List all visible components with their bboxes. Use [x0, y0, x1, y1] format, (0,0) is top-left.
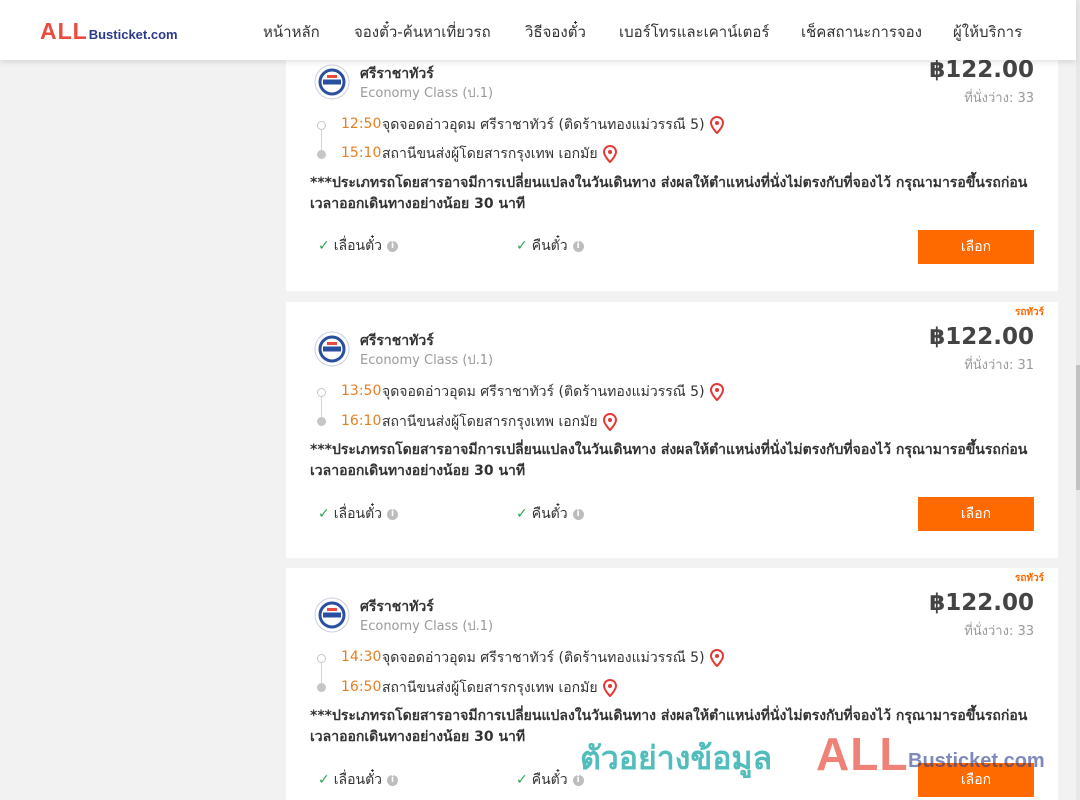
main-nav: หน้าหลัก จองตั๋ว-ค้นหาเที่ยวรถ วิธีจองตั…	[0, 20, 1076, 42]
ticket-price: ฿122.00	[929, 324, 1034, 350]
bus-class: Economy Class (ป.1)	[360, 86, 494, 101]
info-icon[interactable]: i	[572, 508, 584, 520]
bus-class: Economy Class (ป.1)	[360, 619, 494, 634]
arrival-time: 15:10	[341, 145, 382, 161]
check-icon: ✓	[318, 772, 330, 788]
refund-label: คืนตั๋ว	[531, 238, 568, 254]
departure-time: 14:30	[341, 649, 382, 665]
arrival-dot-icon	[317, 683, 326, 692]
departure-stop: จุดจอดอ่าวอุดม ศรีราชาทัวร์ (ติดร้านทองแ…	[382, 647, 724, 669]
arrival-place: สถานีขนส่งผู้โดยสารกรุงเทพ เอกมัย	[382, 680, 598, 696]
route-timeline	[321, 395, 322, 419]
nav-item-how-to-book[interactable]: วิธีจองตั๋ว	[525, 20, 586, 44]
arrival-place: สถานีขนส่งผู้โดยสารกรุงเทพ เอกมัย	[382, 414, 598, 430]
reschedule-label: เลื่อนตั๋ว	[333, 506, 383, 522]
seats-available: ที่นั่งว่าง: 31	[964, 358, 1034, 373]
info-icon[interactable]: i	[387, 240, 399, 252]
reschedule-feature: ✓ เลื่อนตั๋ว i	[318, 503, 399, 525]
bus-type-tag: รถทัวร์	[1014, 573, 1044, 584]
check-icon: ✓	[516, 238, 528, 254]
info-icon[interactable]: i	[387, 774, 399, 786]
info-icon[interactable]: i	[572, 240, 584, 252]
departure-dot-icon	[317, 121, 326, 130]
trip-notice: ***ประเภทรถโดยสารอาจมีการเปลี่ยนแปลงในวั…	[310, 442, 1028, 479]
map-pin-icon[interactable]	[602, 679, 617, 697]
arrival-stop: สถานีขนส่งผู้โดยสารกรุงเทพ เอกมัย	[382, 411, 617, 433]
map-pin-icon[interactable]	[709, 116, 724, 134]
info-icon[interactable]: i	[387, 508, 399, 520]
seats-available: ที่นั่งว่าง: 33	[964, 624, 1034, 639]
departure-place: จุดจอดอ่าวอุดม ศรีราชาทัวร์ (ติดร้านทองแ…	[382, 650, 705, 666]
reschedule-label: เลื่อนตั๋ว	[333, 772, 383, 788]
page-scrollbar[interactable]	[1076, 0, 1080, 800]
nav-item-booking-search[interactable]: จองตั๋ว-ค้นหาเที่ยวรถ	[354, 20, 491, 44]
bus-class: Economy Class (ป.1)	[360, 353, 494, 368]
operator-logo-icon	[314, 64, 350, 100]
select-trip-button[interactable]: เลือก	[918, 230, 1034, 264]
departure-place: จุดจอดอ่าวอุดม ศรีราชาทัวร์ (ติดร้านทองแ…	[382, 384, 705, 400]
ticket-price: ฿122.00	[929, 590, 1034, 616]
refund-label: คืนตั๋ว	[531, 772, 568, 788]
arrival-place: สถานีขนส่งผู้โดยสารกรุงเทพ เอกมัย	[382, 146, 598, 162]
map-pin-icon[interactable]	[602, 145, 617, 163]
departure-stop: จุดจอดอ่าวอุดม ศรีราชาทัวร์ (ติดร้านทองแ…	[382, 381, 724, 403]
departure-dot-icon	[317, 388, 326, 397]
watermark-sample-text: ตัวอย่างข้อมูล	[580, 739, 773, 777]
nav-item-home[interactable]: หน้าหลัก	[263, 20, 320, 44]
trip-notice: ***ประเภทรถโดยสารอาจมีการเปลี่ยนแปลงในวั…	[310, 175, 1028, 212]
nav-item-booking-status[interactable]: เช็คสถานะการจอง	[801, 20, 922, 44]
nav-item-phone-counters[interactable]: เบอร์โทรและเคาน์เตอร์	[619, 20, 769, 44]
refund-feature: ✓ คืนตั๋ว i	[516, 503, 584, 525]
map-pin-icon[interactable]	[602, 413, 617, 431]
arrival-time: 16:50	[341, 679, 382, 695]
map-pin-icon[interactable]	[709, 383, 724, 401]
scrollbar-thumb[interactable]	[1076, 365, 1080, 490]
check-icon: ✓	[516, 772, 528, 788]
departure-stop: จุดจอดอ่าวอุดม ศรีราชาทัวร์ (ติดร้านทองแ…	[382, 114, 724, 136]
departure-dot-icon	[317, 654, 326, 663]
trip-card: รถทัวร์ ศรีราชาทัวร์ Economy Class (ป.1)…	[286, 302, 1058, 558]
route-timeline	[321, 661, 322, 685]
nav-item-operators[interactable]: ผู้ให้บริการ	[953, 20, 1022, 44]
operator-logo-icon	[314, 597, 350, 633]
check-icon: ✓	[318, 238, 330, 254]
departure-time: 13:50	[341, 383, 382, 399]
map-pin-icon[interactable]	[709, 649, 724, 667]
select-trip-button[interactable]: เลือก	[918, 497, 1034, 531]
departure-time: 12:50	[341, 116, 382, 132]
seats-available: ที่นั่งว่าง: 33	[964, 91, 1034, 106]
watermark-logo-busticket: Busticket.com	[908, 750, 1045, 772]
arrival-dot-icon	[317, 417, 326, 426]
arrival-dot-icon	[317, 150, 326, 159]
arrival-time: 16:10	[341, 413, 382, 429]
ticket-price: ฿122.00	[929, 57, 1034, 83]
route-timeline	[321, 128, 322, 152]
arrival-stop: สถานีขนส่งผู้โดยสารกรุงเทพ เอกมัย	[382, 677, 617, 699]
check-icon: ✓	[516, 506, 528, 522]
refund-feature: ✓ คืนตั๋ว i	[516, 235, 584, 257]
reschedule-feature: ✓ เลื่อนตั๋ว i	[318, 769, 399, 791]
arrival-stop: สถานีขนส่งผู้โดยสารกรุงเทพ เอกมัย	[382, 143, 617, 165]
check-icon: ✓	[318, 506, 330, 522]
refund-label: คืนตั๋ว	[531, 506, 568, 522]
reschedule-feature: ✓ เลื่อนตั๋ว i	[318, 235, 399, 257]
watermark-logo-all: ALL	[816, 728, 909, 780]
site-header: ALL Busticket.com หน้าหลัก จองตั๋ว-ค้นหา…	[0, 0, 1076, 60]
reschedule-label: เลื่อนตั๋ว	[333, 238, 383, 254]
operator-logo-icon	[314, 331, 350, 367]
refund-feature: ✓ คืนตั๋ว i	[516, 769, 584, 791]
bus-type-tag: รถทัวร์	[1014, 307, 1044, 318]
departure-place: จุดจอดอ่าวอุดม ศรีราชาทัวร์ (ติดร้านทองแ…	[382, 117, 705, 133]
trip-card: ศรีราชาทัวร์ Economy Class (ป.1) ฿122.00…	[286, 48, 1058, 291]
